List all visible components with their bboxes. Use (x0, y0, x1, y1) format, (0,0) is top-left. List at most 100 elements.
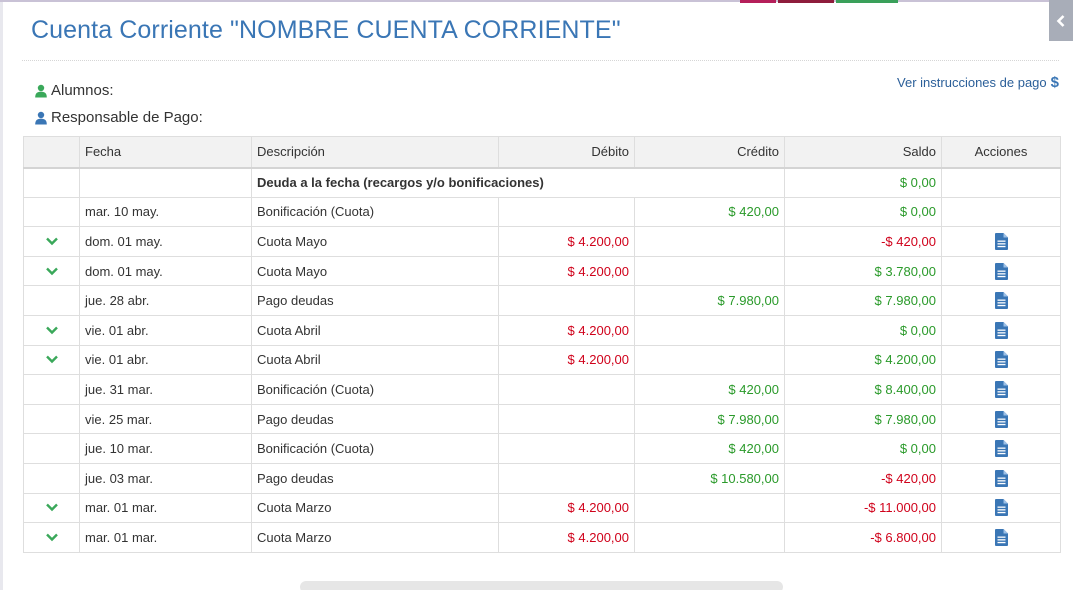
chevron-left-icon (1056, 14, 1065, 27)
acciones-cell[interactable] (941, 226, 1061, 257)
saldo-cell: $ 0,00 (784, 314, 942, 346)
fecha-cell: vie. 01 abr. (79, 314, 252, 346)
column-header-credito[interactable]: Crédito (634, 136, 785, 169)
descripcion-cell: Bonificación (Cuota) (251, 196, 499, 228)
top-accent-tab (836, 0, 898, 3)
document-icon (994, 292, 1008, 310)
summary-row: Deuda a la fecha (recargos y/o bonificac… (23, 167, 1061, 198)
chevron-down-icon (45, 326, 58, 334)
acciones-cell[interactable] (941, 522, 1061, 553)
table-row: vie. 25 mar. Pago deudas $ 7.980,00 $ 7.980… (23, 403, 1061, 435)
user-icon (35, 111, 47, 124)
descripcion-cell: Cuota Marzo (251, 492, 499, 524)
payment-instructions-label: Ver instrucciones de pago (897, 75, 1047, 90)
table-row: jue. 03 mar. Pago deudas $ 10.580,00 -$ 420… (23, 462, 1061, 494)
expand-cell[interactable] (23, 255, 80, 287)
table-row: mar. 01 mar. Cuota Marzo $ 4.200,00 -$ 6.80… (23, 522, 1061, 553)
descripcion-cell: Bonificación (Cuota) (251, 433, 499, 464)
document-icon (994, 380, 1008, 398)
table-row: mar. 01 mar. Cuota Marzo $ 4.200,00 -$ 11.0… (23, 492, 1061, 524)
expand-cell (23, 433, 80, 464)
table-header-row: Fecha Descripción Débito Crédito Saldo A… (23, 136, 1061, 169)
expand-cell (23, 285, 80, 316)
document-icon (994, 410, 1008, 428)
descripcion-cell: Cuota Marzo (251, 522, 499, 553)
debito-cell (498, 374, 635, 405)
summary-description: Deuda a la fecha (recargos y/o bonificac… (251, 167, 785, 198)
acciones-cell[interactable] (941, 314, 1061, 346)
user-icon (35, 84, 47, 97)
acciones-cell[interactable] (941, 255, 1061, 287)
saldo-cell: $ 3.780,00 (784, 255, 942, 287)
column-header-expand (23, 136, 80, 169)
saldo-cell: -$ 420,00 (784, 226, 942, 257)
alumnos-line: Alumnos: (34, 82, 114, 99)
chevron-down-icon (45, 533, 58, 542)
acciones-cell[interactable] (941, 285, 1061, 316)
expand-cell[interactable] (23, 344, 80, 376)
document-icon (994, 469, 1008, 487)
summary-actions-cell (941, 167, 1061, 198)
debito-cell (498, 403, 635, 435)
chevron-down-icon (45, 356, 58, 364)
fecha-cell: jue. 03 mar. (79, 462, 252, 494)
payment-instructions-link[interactable]: Ver instrucciones de pago $ (897, 74, 1059, 91)
responsable-line: Responsable de Pago: (34, 109, 203, 126)
saldo-cell: $ 0,00 (784, 196, 942, 228)
credito-cell (634, 255, 785, 287)
acciones-cell (941, 196, 1061, 228)
descripcion-cell: Cuota Abril (251, 344, 499, 376)
fecha-cell: vie. 25 mar. (79, 403, 252, 435)
account-ledger-table: Fecha Descripción Débito Crédito Saldo A… (23, 136, 1061, 553)
document-icon (994, 262, 1008, 280)
credito-cell: $ 420,00 (634, 196, 785, 228)
column-header-debito[interactable]: Débito (498, 136, 635, 169)
acciones-cell[interactable] (941, 403, 1061, 435)
fecha-cell: mar. 01 mar. (79, 522, 252, 553)
expand-cell[interactable] (23, 522, 80, 553)
debito-cell: $ 4.200,00 (498, 226, 635, 257)
responsable-label: Responsable de Pago: (51, 109, 203, 126)
acciones-cell[interactable] (941, 344, 1061, 376)
alumnos-label: Alumnos: (51, 82, 114, 99)
expand-cell[interactable] (23, 314, 80, 346)
credito-cell: $ 10.580,00 (634, 462, 785, 494)
expand-cell (23, 462, 80, 494)
fecha-cell: mar. 01 mar. (79, 492, 252, 524)
document-icon (994, 499, 1008, 517)
expand-cell[interactable] (23, 492, 80, 524)
column-header-saldo[interactable]: Saldo (784, 136, 942, 169)
descripcion-cell: Pago deudas (251, 285, 499, 316)
acciones-cell[interactable] (941, 492, 1061, 524)
saldo-cell: $ 7.980,00 (784, 285, 942, 316)
fecha-cell: vie. 01 abr. (79, 344, 252, 376)
credito-cell: $ 7.980,00 (634, 285, 785, 316)
horizontal-scrollbar[interactable] (300, 581, 783, 590)
summary-saldo: $ 0,00 (784, 167, 942, 198)
credito-cell (634, 492, 785, 524)
column-header-fecha[interactable]: Fecha (79, 136, 252, 169)
title-divider (22, 60, 1059, 61)
credito-cell (634, 314, 785, 346)
document-icon (994, 351, 1008, 369)
descripcion-cell: Cuota Mayo (251, 226, 499, 257)
sidebar-toggle-button[interactable] (1049, 0, 1073, 41)
column-header-acciones: Acciones (941, 136, 1061, 169)
expand-cell (23, 196, 80, 228)
chevron-down-icon (45, 267, 58, 275)
acciones-cell[interactable] (941, 374, 1061, 405)
expand-cell (23, 403, 80, 435)
descripcion-cell: Pago deudas (251, 462, 499, 494)
debito-cell (498, 462, 635, 494)
debito-cell: $ 4.200,00 (498, 492, 635, 524)
credito-cell: $ 420,00 (634, 374, 785, 405)
acciones-cell[interactable] (941, 462, 1061, 494)
acciones-cell[interactable] (941, 433, 1061, 464)
column-header-descripcion[interactable]: Descripción (251, 136, 499, 169)
credito-cell (634, 522, 785, 553)
expand-cell[interactable] (23, 226, 80, 257)
descripcion-cell: Cuota Mayo (251, 255, 499, 287)
top-border (0, 0, 1073, 2)
dollar-icon: $ (1050, 74, 1059, 91)
credito-cell: $ 7.980,00 (634, 403, 785, 435)
